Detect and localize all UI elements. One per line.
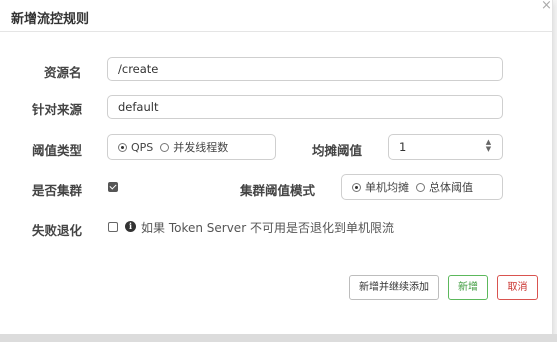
cluster-threshold-mode-radio-group: 单机均摊 总体阈值 xyxy=(341,174,503,200)
resource-name-input[interactable]: /create xyxy=(107,57,503,81)
cancel-button[interactable]: 取消 xyxy=(497,275,538,300)
threshold-type-label: 阈值类型 xyxy=(32,143,83,158)
threshold-value-text: 1 xyxy=(399,140,407,154)
radio-avg-local-indicator[interactable] xyxy=(352,182,361,192)
radio-thread-count[interactable]: 并发线程数 xyxy=(160,139,228,155)
radio-avg-local-label: 单机均摊 xyxy=(365,181,409,194)
radio-qps[interactable]: QPS xyxy=(118,141,153,154)
threshold-type-radio-group: QPS 并发线程数 xyxy=(107,134,276,160)
radio-global[interactable]: 总体阈值 xyxy=(416,179,473,195)
flow-rule-dialog: 新增流控规则 × 资源名 /create 针对来源 default 阈值类型 Q… xyxy=(0,0,553,334)
fallback-help-text: 如果 Token Server 不可用是否退化到单机限流 xyxy=(141,221,394,235)
close-icon[interactable]: × xyxy=(541,0,552,12)
cluster-threshold-mode-label: 集群阈值模式 xyxy=(240,183,316,198)
header-divider xyxy=(0,31,552,32)
backdrop-strip xyxy=(0,334,557,342)
threshold-value-label: 均摊阈值 xyxy=(312,143,363,158)
limit-app-input[interactable]: default xyxy=(107,95,503,119)
threshold-value-input[interactable]: 1 ▲ ▼ xyxy=(388,134,503,160)
fallback-checkbox[interactable] xyxy=(108,222,118,232)
radio-qps-label: QPS xyxy=(131,140,154,154)
radio-avg-local[interactable]: 单机均摊 xyxy=(352,179,409,195)
limit-app-label: 针对来源 xyxy=(32,102,83,117)
cluster-mode-checkbox[interactable] xyxy=(108,182,118,192)
info-icon: i xyxy=(125,221,136,232)
radio-thread-count-label: 并发线程数 xyxy=(173,141,229,154)
radio-qps-indicator[interactable] xyxy=(118,142,127,152)
radio-thread-count-indicator[interactable] xyxy=(160,142,170,152)
fallback-label: 失败退化 xyxy=(32,223,83,238)
number-spinner-icon[interactable]: ▲ ▼ xyxy=(485,139,492,153)
radio-global-indicator[interactable] xyxy=(416,182,425,192)
resource-name-label: 资源名 xyxy=(44,65,82,80)
radio-global-label: 总体阈值 xyxy=(429,181,473,194)
add-and-continue-button[interactable]: 新增并继续添加 xyxy=(349,275,439,300)
add-button[interactable]: 新增 xyxy=(448,275,488,300)
cluster-mode-label: 是否集群 xyxy=(32,183,83,198)
dialog-title: 新增流控规则 xyxy=(11,12,90,27)
